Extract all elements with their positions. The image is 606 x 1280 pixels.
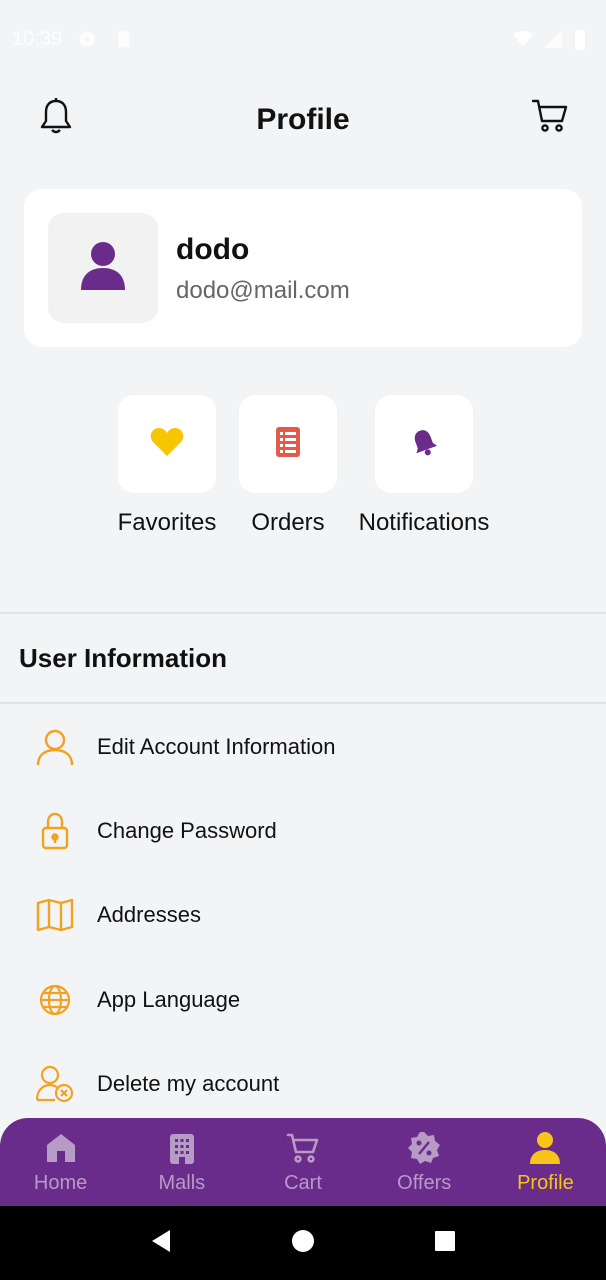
menu-item-delete-account[interactable]: Delete my account (0, 1042, 606, 1126)
menu-label: Change Password (97, 818, 277, 843)
settings-icon (76, 28, 98, 50)
notifications-button[interactable] (36, 97, 76, 140)
section-title: User Information (19, 643, 228, 673)
heart-icon (150, 427, 184, 462)
system-nav-bar (0, 1206, 606, 1280)
top-app-bar: Profile (0, 78, 606, 162)
profile-name: dodo (176, 233, 250, 266)
nav-label: Cart (284, 1172, 322, 1194)
menu-item-edit-account[interactable]: Edit Account Information (0, 705, 606, 789)
cart-icon (285, 1130, 321, 1166)
nav-item-cart[interactable]: Cart (242, 1118, 363, 1206)
nav-label: Profile (517, 1172, 574, 1194)
avatar (48, 213, 158, 323)
battery-icon (572, 28, 594, 50)
notifications-action[interactable]: Notifications (348, 395, 500, 537)
notifications-tile[interactable] (375, 395, 473, 493)
status-left: 10:39 (12, 28, 134, 51)
lock-icon (34, 810, 76, 852)
home-system-button[interactable] (283, 1223, 323, 1263)
status-bar: 10:39 (0, 0, 606, 78)
page-title: Profile (256, 103, 350, 136)
profile-card[interactable]: dodo dodo@mail.com (24, 189, 582, 347)
menu-label: Edit Account Information (97, 734, 336, 759)
section-divider-top (0, 612, 606, 614)
sdcard-icon (112, 28, 134, 50)
orders-tile[interactable] (239, 395, 337, 493)
menu-item-change-password[interactable]: Change Password (0, 789, 606, 873)
favorites-action[interactable]: Favorites (113, 395, 221, 537)
menu-label: Delete my account (97, 1071, 280, 1096)
globe-icon (34, 979, 76, 1021)
profile-email: dodo@mail.com (176, 277, 350, 304)
user-icon (79, 240, 127, 297)
nav-item-offers[interactable]: Offers (364, 1118, 485, 1206)
back-triangle-icon (148, 1228, 174, 1259)
map-icon (34, 894, 76, 936)
user-outline-icon (34, 726, 76, 768)
percent-badge-icon (406, 1130, 442, 1166)
menu-label: App Language (97, 987, 241, 1012)
bell-icon (409, 427, 439, 462)
recents-button[interactable] (425, 1223, 465, 1263)
quick-actions: Favorites Orders Notifications (0, 395, 606, 545)
signal-icon (542, 28, 564, 50)
back-button[interactable] (141, 1223, 181, 1263)
nav-item-home[interactable]: Home (0, 1118, 121, 1206)
list-icon (275, 426, 301, 463)
home-icon (43, 1130, 79, 1166)
wifi-icon (512, 28, 534, 50)
menu-item-app-language[interactable]: App Language (0, 958, 606, 1042)
menu-item-addresses[interactable]: Addresses (0, 873, 606, 957)
notifications-label: Notifications (358, 509, 490, 536)
favorites-label: Favorites (117, 509, 217, 536)
recents-square-icon (433, 1229, 457, 1258)
cart-icon (531, 98, 569, 139)
nav-item-malls[interactable]: Malls (121, 1118, 242, 1206)
nav-label: Home (33, 1172, 88, 1194)
favorites-tile[interactable] (118, 395, 216, 493)
cart-button[interactable] (530, 98, 570, 138)
section-divider-bottom (0, 702, 606, 704)
orders-action[interactable]: Orders (239, 395, 337, 537)
status-right (512, 28, 594, 50)
nav-item-profile[interactable]: Profile (485, 1118, 606, 1206)
bell-icon (39, 97, 73, 140)
user-icon (527, 1130, 563, 1166)
nav-label: Offers (397, 1172, 452, 1194)
bottom-nav: Home Malls Cart Offers Profile (0, 1118, 606, 1206)
orders-label: Orders (251, 509, 325, 536)
building-icon (164, 1130, 200, 1166)
menu-label: Addresses (97, 902, 201, 927)
home-circle-icon (290, 1228, 316, 1259)
status-time: 10:39 (12, 27, 63, 50)
user-delete-icon (34, 1063, 76, 1105)
nav-label: Malls (158, 1172, 206, 1194)
